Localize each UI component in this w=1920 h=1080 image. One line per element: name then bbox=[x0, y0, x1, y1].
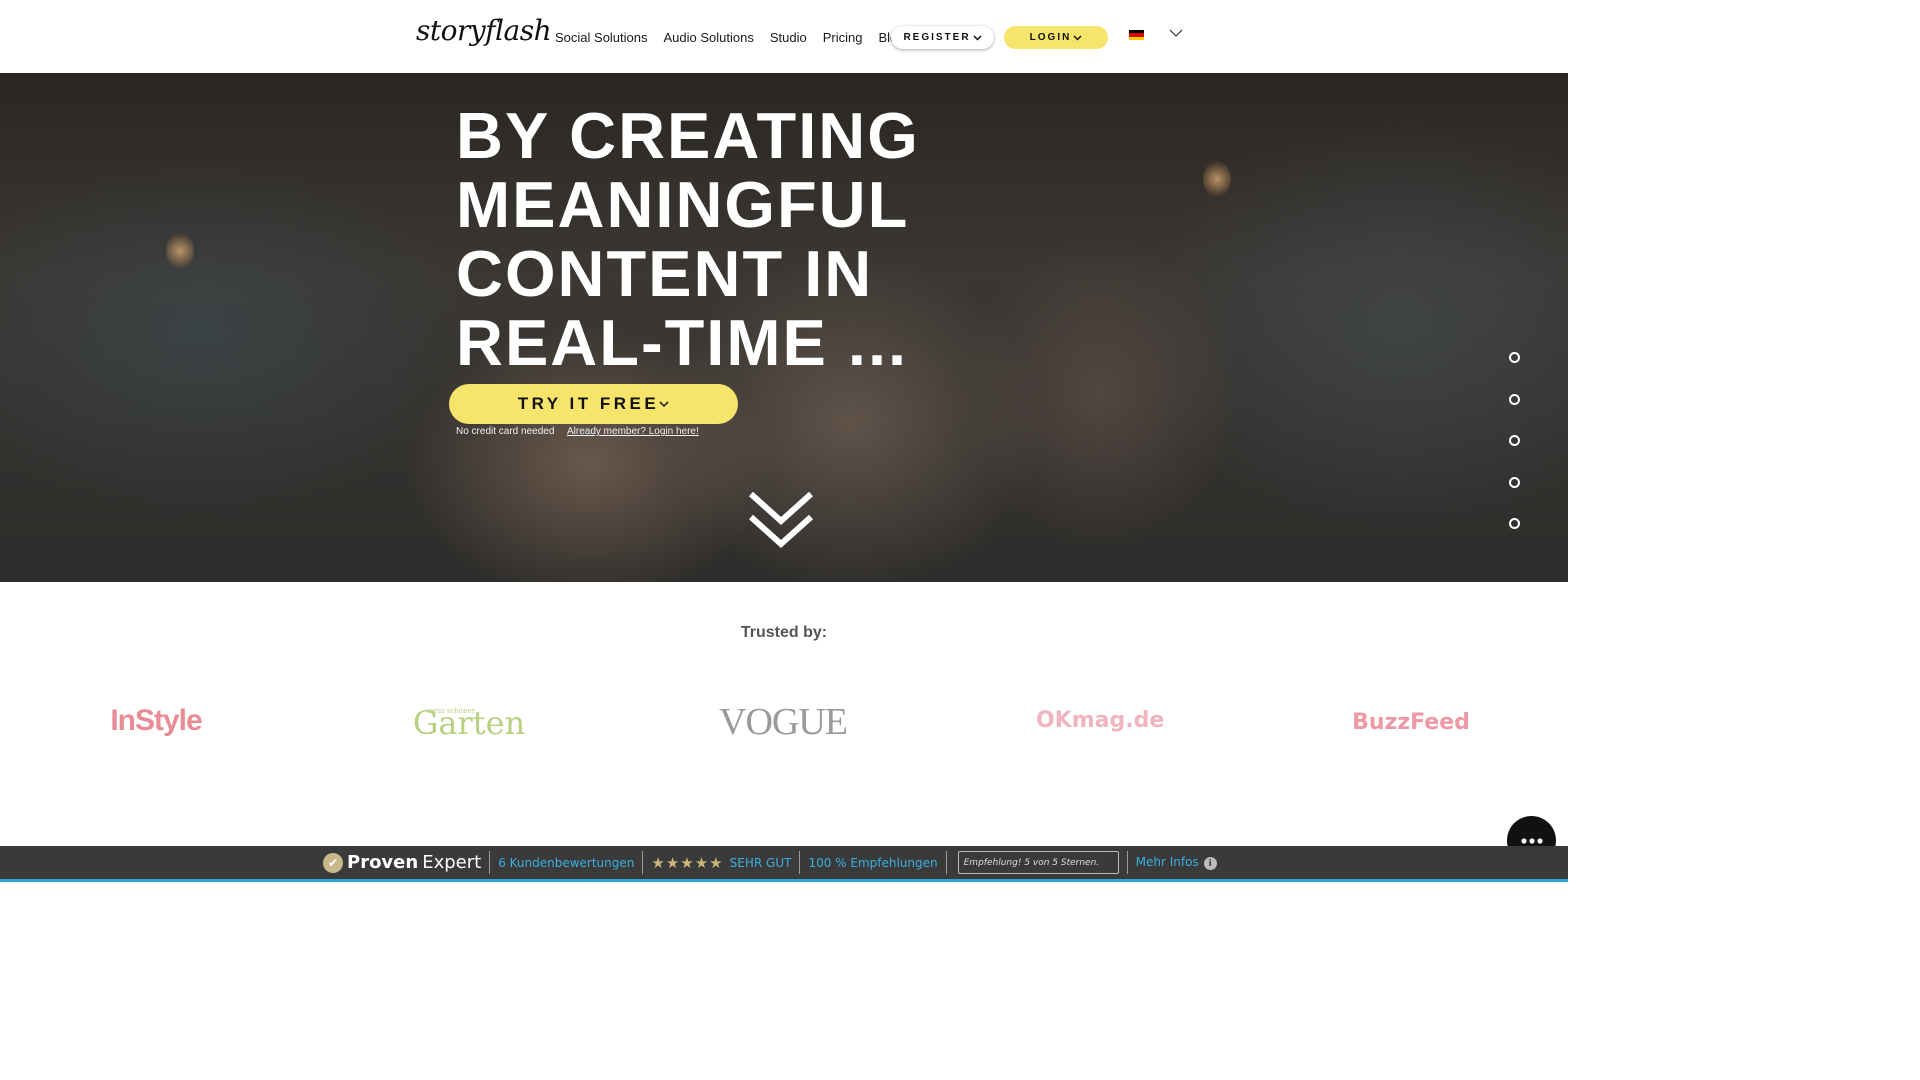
divider bbox=[945, 851, 947, 874]
vogue-logo: VOGUE bbox=[719, 701, 848, 743]
proven-expert-brand-bold: Proven bbox=[347, 852, 419, 873]
trusted-by-title: Trusted by: bbox=[740, 624, 828, 641]
garten-logo: Garten bbox=[412, 704, 526, 742]
register-label: REGISTER bbox=[903, 32, 971, 43]
no-credit-card-note: No credit card needed bbox=[456, 426, 555, 437]
buzzfeed-logo: BuzzFeed bbox=[1352, 710, 1470, 735]
recommendation-quote: Empfehlung! 5 von 5 Sternen. bbox=[957, 851, 1119, 874]
scroll-down-chevrons-icon[interactable] bbox=[748, 491, 814, 549]
proven-expert-bar: ✔ Proven Expert 6 Kundenbewertungen ★★★★… bbox=[0, 846, 1568, 882]
login-here-link[interactable]: Already member? Login here! bbox=[567, 426, 699, 437]
site-header: storyflash Social Solutions Audio Soluti… bbox=[0, 0, 1568, 73]
proven-expert-brand-light: Expert bbox=[422, 852, 482, 873]
checkmark-icon: ✔ bbox=[323, 852, 343, 873]
light-bulb bbox=[1203, 161, 1231, 197]
chat-dots-icon bbox=[1520, 837, 1543, 844]
more-info-link[interactable]: Mehr Infos i bbox=[1136, 855, 1217, 871]
chevron-down-icon bbox=[659, 400, 669, 407]
german-flag-icon[interactable] bbox=[1129, 30, 1144, 40]
chevron-down-icon bbox=[1073, 34, 1082, 41]
section-dot-4[interactable] bbox=[1509, 476, 1520, 488]
nav-social-solutions[interactable]: Social Solutions bbox=[555, 30, 648, 45]
hero-section: BY CREATING MEANINGFUL CONTENT IN REAL-T… bbox=[0, 73, 1568, 582]
try-it-free-label: TRY IT FREE bbox=[517, 394, 660, 413]
section-dot-3[interactable] bbox=[1509, 435, 1520, 446]
section-nav-dots bbox=[1509, 352, 1520, 560]
storyflash-logo[interactable]: storyflash bbox=[416, 14, 552, 47]
hero-headline: BY CREATING MEANINGFUL CONTENT IN REAL-T… bbox=[456, 99, 920, 379]
chevron-down-icon bbox=[973, 34, 982, 41]
divider bbox=[642, 851, 644, 874]
instyle-logo: InStyle bbox=[110, 704, 202, 737]
divider bbox=[489, 851, 491, 874]
light-bulb bbox=[166, 233, 194, 269]
more-info-label: Mehr Infos bbox=[1135, 854, 1199, 869]
nav-audio-solutions[interactable]: Audio Solutions bbox=[664, 30, 754, 45]
main-nav: Social Solutions Audio Solutions Studio … bbox=[555, 30, 905, 45]
info-icon: i bbox=[1203, 857, 1217, 871]
divider bbox=[1126, 851, 1128, 874]
nav-pricing[interactable]: Pricing bbox=[823, 30, 863, 45]
section-dot-2[interactable] bbox=[1509, 393, 1520, 405]
try-it-free-button[interactable]: TRY IT FREE bbox=[449, 384, 738, 424]
rating-stars-icon: ★★★★★ bbox=[651, 853, 724, 872]
register-button[interactable]: REGISTER bbox=[891, 26, 994, 49]
divider bbox=[799, 851, 801, 874]
proven-expert-logo[interactable]: ✔ Proven Expert bbox=[323, 852, 481, 873]
login-label: LOGIN bbox=[1029, 32, 1072, 43]
rating-text: SEHR GUT bbox=[729, 855, 792, 870]
login-button[interactable]: LOGIN bbox=[1004, 26, 1108, 49]
section-dot-1[interactable] bbox=[1509, 352, 1520, 363]
recommendations-link[interactable]: 100 % Empfehlungen bbox=[808, 856, 937, 870]
reviews-link[interactable]: 6 Kundenbewertungen bbox=[498, 856, 634, 870]
language-chevron-icon[interactable] bbox=[1169, 28, 1183, 38]
nav-studio[interactable]: Studio bbox=[770, 30, 807, 45]
section-dot-5[interactable] bbox=[1509, 518, 1520, 529]
okmag-logo: OKmag.de bbox=[1036, 708, 1165, 733]
